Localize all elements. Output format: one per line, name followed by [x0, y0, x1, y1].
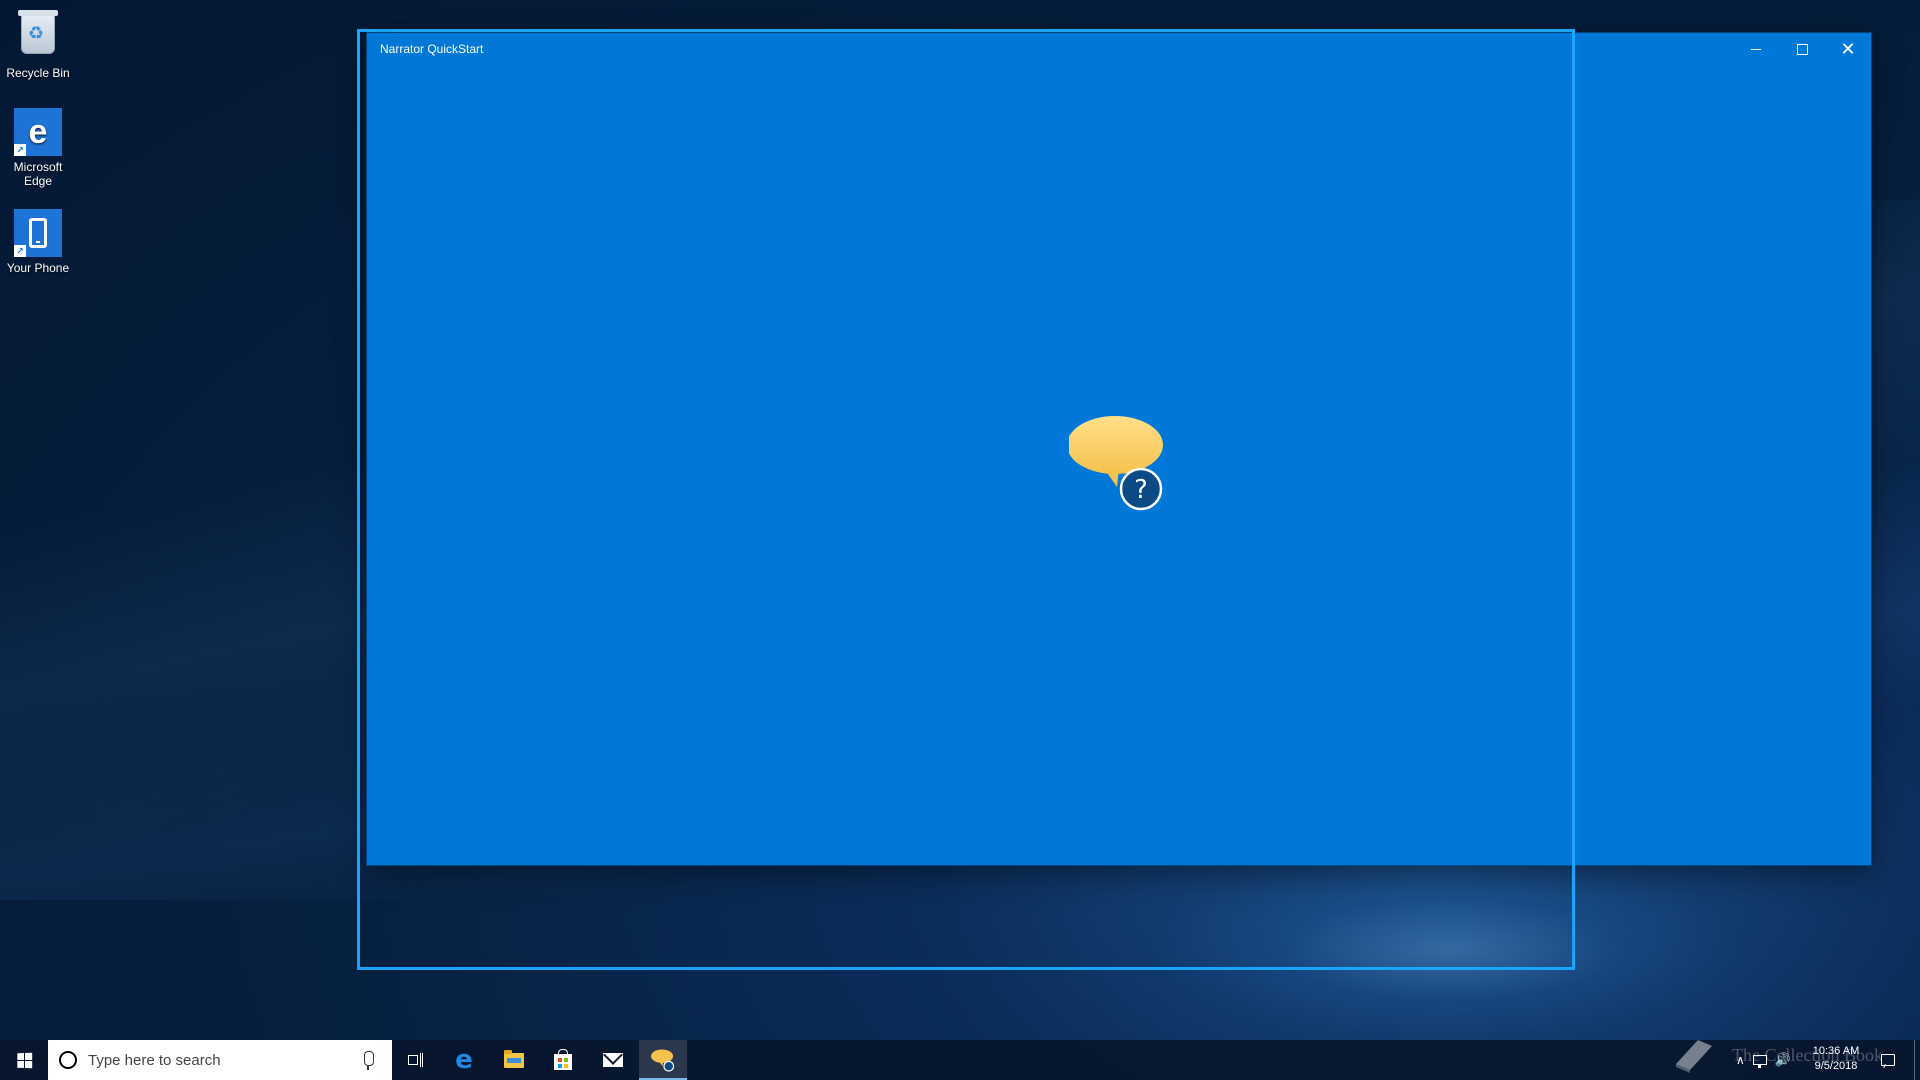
mail-icon — [603, 1053, 623, 1067]
action-center-icon — [1881, 1054, 1895, 1066]
desktop-icon-label: Microsoft Edge — [13, 160, 63, 188]
desktop-icon-microsoft-edge[interactable]: e ↗ Microsoft Edge — [0, 108, 76, 188]
title-bar[interactable]: Narrator QuickStart ✕ — [367, 33, 1871, 65]
show-hidden-icons-chevron-icon[interactable]: ∧ — [1736, 1053, 1745, 1067]
narrator-icon — [651, 1049, 675, 1072]
task-view-icon — [408, 1053, 424, 1067]
close-button[interactable]: ✕ — [1825, 33, 1871, 65]
edge-icon: e — [455, 1045, 473, 1075]
taskbar-store-button[interactable] — [539, 1040, 587, 1080]
store-icon — [554, 1049, 572, 1070]
help-badge-glyph: ? — [1134, 475, 1148, 505]
taskbar-edge-button[interactable]: e — [440, 1040, 488, 1080]
microphone-icon[interactable] — [364, 1051, 374, 1070]
network-icon[interactable] — [1752, 1055, 1767, 1068]
cortana-circle-icon — [59, 1051, 77, 1069]
shortcut-arrow-icon: ↗ — [14, 144, 26, 156]
taskbar-file-explorer-button[interactable] — [490, 1040, 538, 1080]
narrator-quickstart-window[interactable]: Narrator QuickStart ✕ ? — [367, 33, 1871, 865]
desktop-icon-label: Recycle Bin — [6, 66, 70, 80]
show-desktop-button[interactable] — [1914, 1040, 1920, 1080]
clock-time: 10:36 AM — [1812, 1045, 1860, 1057]
desktop-icon-label: Your Phone — [6, 261, 70, 275]
action-center-button[interactable] — [1870, 1040, 1906, 1080]
wallpaper-glow — [1150, 860, 1750, 1040]
taskbar-narrator-quickstart-button[interactable] — [639, 1040, 687, 1080]
search-placeholder: Type here to search — [88, 1052, 221, 1069]
recycle-bin-icon: ♻ — [14, 10, 62, 62]
windows-logo-icon — [16, 1052, 32, 1068]
task-view-button[interactable] — [392, 1040, 440, 1080]
window-title: Narrator QuickStart — [380, 42, 484, 56]
taskbar-clock[interactable]: 10:36 AM 9/5/2018 — [1806, 1044, 1866, 1076]
shortcut-arrow-icon: ↗ — [14, 245, 26, 257]
taskbar-search-box[interactable]: Type here to search — [48, 1040, 392, 1080]
edge-icon: e ↗ — [14, 108, 62, 156]
desktop-icon-your-phone[interactable]: ↗ Your Phone — [0, 209, 76, 275]
desktop-icon-recycle-bin[interactable]: ♻ Recycle Bin — [0, 8, 76, 80]
minimize-icon — [1751, 48, 1761, 50]
volume-icon[interactable]: 🔊 — [1775, 1052, 1791, 1068]
taskbar-mail-button[interactable] — [589, 1040, 637, 1080]
minimize-button[interactable] — [1733, 33, 1779, 65]
start-button[interactable] — [0, 1040, 48, 1080]
taskbar: Type here to search e — [0, 1040, 1920, 1080]
narrator-speech-bubble-icon: ? — [1069, 416, 1163, 511]
clock-date: 9/5/2018 — [1814, 1060, 1858, 1072]
maximize-icon — [1796, 43, 1808, 55]
phone-icon: ↗ — [14, 209, 62, 257]
system-tray-icons: ∧ 🔊 — [1736, 1040, 1806, 1080]
close-icon: ✕ — [1840, 39, 1856, 59]
maximize-button[interactable] — [1779, 33, 1825, 65]
folder-icon — [504, 1049, 524, 1068]
